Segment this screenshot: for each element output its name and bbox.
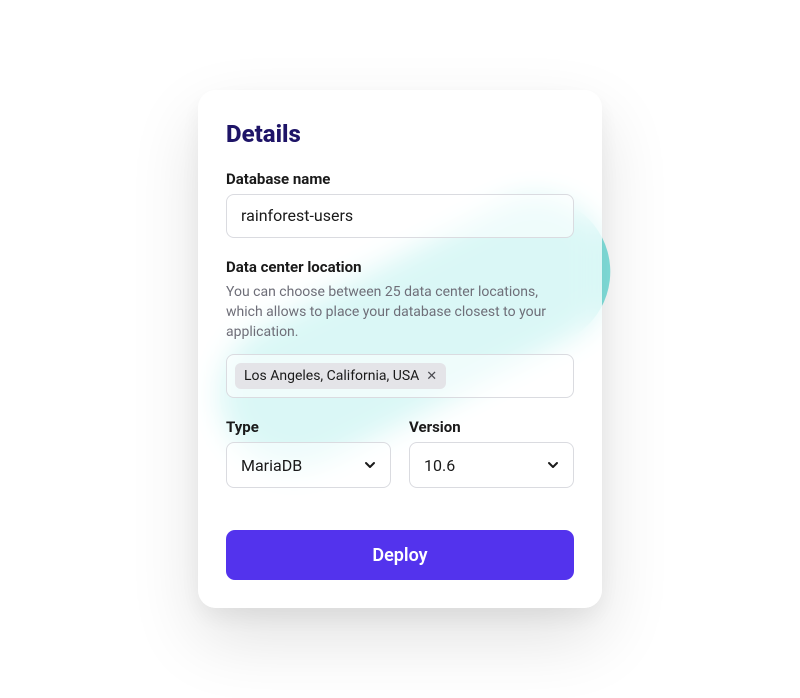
type-version-row: Type MariaDB Version 10.6 (226, 418, 574, 508)
type-select[interactable]: MariaDB (226, 442, 391, 488)
database-name-group: Database name (226, 170, 574, 238)
version-value: 10.6 (424, 456, 455, 475)
deploy-button[interactable]: Deploy (226, 530, 574, 580)
database-name-label: Database name (226, 170, 574, 188)
version-group: Version 10.6 (409, 418, 574, 488)
version-select[interactable]: 10.6 (409, 442, 574, 488)
close-icon[interactable]: ✕ (426, 370, 437, 383)
location-tag: Los Angeles, California, USA ✕ (235, 363, 446, 389)
location-label: Data center location (226, 258, 574, 276)
type-value: MariaDB (241, 456, 302, 475)
chevron-down-icon (364, 459, 376, 471)
chevron-down-icon (547, 459, 559, 471)
type-group: Type MariaDB (226, 418, 391, 488)
location-help-text: You can choose between 25 data center lo… (226, 282, 574, 343)
location-tag-label: Los Angeles, California, USA (244, 368, 419, 384)
type-label: Type (226, 418, 391, 436)
card-title: Details (226, 120, 574, 148)
location-group: Data center location You can choose betw… (226, 258, 574, 399)
database-name-input[interactable] (226, 194, 574, 238)
version-label: Version (409, 418, 574, 436)
location-input[interactable]: Los Angeles, California, USA ✕ (226, 354, 574, 398)
details-card: Details Database name Data center locati… (198, 90, 602, 609)
